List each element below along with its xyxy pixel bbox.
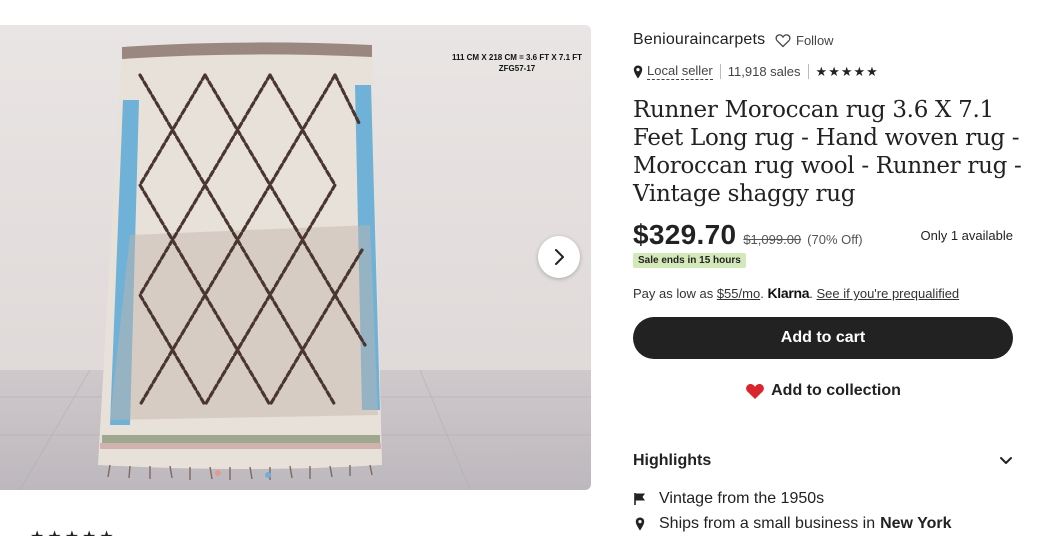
vintage-icon — [633, 492, 647, 506]
klarna-dot: . — [809, 286, 813, 301]
heart-outline-icon — [775, 34, 791, 48]
rug-photo — [0, 25, 591, 490]
dimension-label-line2: ZFG57-17 — [498, 64, 536, 73]
sale-ends-badge: Sale ends in 15 hours — [633, 253, 746, 268]
sales-count: 11,918 sales — [727, 64, 801, 79]
review-stars: ★ ★ ★ ★ ★ — [30, 530, 114, 536]
highlight-text: Ships from a small business in — [659, 515, 876, 532]
klarna-prefix: Pay as low as — [633, 286, 714, 301]
prequalify-link[interactable]: See if you're prequalified — [816, 286, 959, 301]
shop-meta: Local seller 11,918 sales ★ ★ ★ ★ ★ — [633, 63, 878, 80]
star-icon: ★ — [815, 63, 828, 79]
star-icon: ★ — [828, 63, 840, 79]
add-to-collection-label: Add to collection — [771, 382, 901, 399]
shop-header: Beniouraincarpets — [633, 31, 765, 49]
add-to-cart-button[interactable]: Add to cart — [633, 317, 1013, 359]
price-row: $329.70 $1,099.00 (70% Off) — [633, 219, 863, 251]
star-icon: ★ — [853, 63, 866, 79]
star-icon: ★ — [30, 530, 44, 536]
divider — [719, 64, 721, 79]
star-icon: ★ — [840, 63, 853, 79]
location-pin-icon — [633, 517, 647, 531]
klarna-dot: . — [760, 286, 764, 301]
original-price: $1,099.00 — [743, 232, 802, 247]
heart-filled-icon — [746, 383, 764, 399]
highlight-text: Vintage from the 1950s — [659, 490, 825, 507]
local-seller-link[interactable]: Local seller — [647, 63, 713, 80]
star-icon: ★ — [99, 530, 113, 536]
star-icon: ★ — [82, 530, 96, 536]
highlight-item: Ships from a small business in New York — [633, 515, 952, 533]
product-title: Runner Moroccan rug 3.6 X 7.1 Feet Long … — [633, 97, 1022, 207]
highlights-toggle[interactable]: Highlights — [633, 452, 1013, 470]
klarna-logo: Klarna — [767, 285, 810, 301]
klarna-amount-link[interactable]: $55/mo — [717, 286, 760, 301]
location-pin-icon — [633, 65, 643, 78]
shop-rating[interactable]: ★ ★ ★ ★ ★ — [816, 64, 878, 80]
divider — [807, 64, 809, 79]
follow-label: Follow — [796, 33, 834, 48]
follow-button[interactable]: Follow — [775, 33, 834, 48]
highlight-location: New York — [880, 515, 952, 532]
chevron-down-icon — [1000, 457, 1012, 464]
availability-text: Only 1 available — [920, 228, 1014, 243]
star-icon: ★ — [866, 63, 878, 79]
shop-name-link[interactable]: Beniouraincarpets — [633, 31, 765, 49]
add-to-collection-button[interactable]: Add to collection — [633, 371, 1013, 411]
product-image[interactable]: 111 CM X 218 CM = 3.6 FT X 7.1 FT ZFG57-… — [0, 25, 591, 490]
discount-label: (70% Off) — [807, 232, 863, 247]
star-icon: ★ — [65, 530, 79, 536]
dimension-label: 111 CM X 218 CM = 3.6 FT X 7.1 FT ZFG57-… — [445, 52, 589, 74]
chevron-right-icon — [555, 249, 564, 265]
next-image-button[interactable] — [538, 236, 580, 278]
dimension-label-line1: 111 CM X 218 CM = 3.6 FT X 7.1 FT — [451, 53, 583, 62]
highlight-item: Vintage from the 1950s — [633, 490, 824, 508]
add-to-cart-label: Add to cart — [780, 329, 866, 346]
klarna-financing: Pay as low as $55/mo. Klarna. See if you… — [633, 285, 959, 301]
sale-price: $329.70 — [633, 219, 737, 250]
highlights-heading: Highlights — [633, 452, 712, 469]
star-icon: ★ — [47, 530, 61, 536]
